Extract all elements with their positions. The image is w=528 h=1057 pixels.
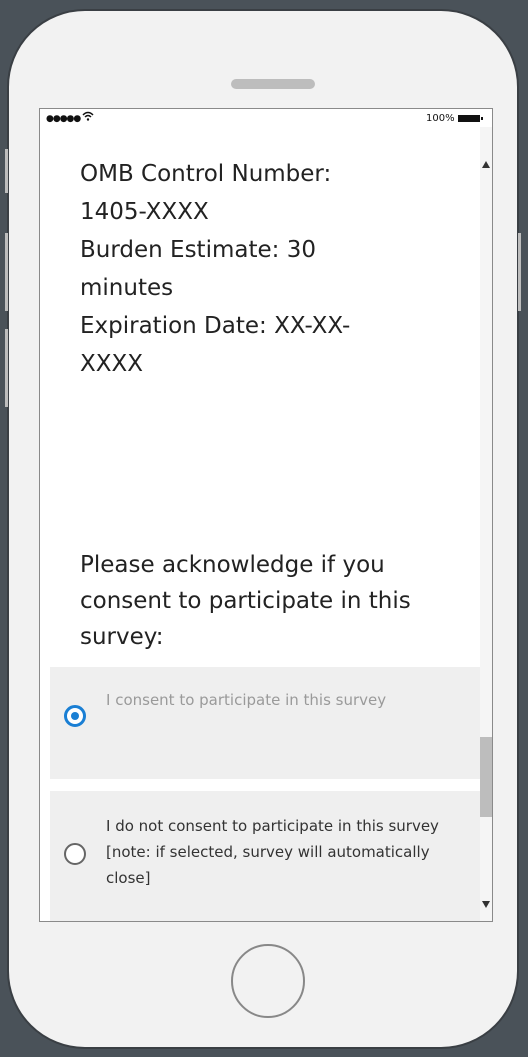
radio-unselected-icon[interactable] [64,843,86,865]
omb-line: Expiration Date: XX-XX- [80,313,351,339]
battery-percentage: 100% [426,113,455,124]
omb-line: 1405-XXXX [80,199,209,225]
consent-question: Please acknowledge if you consent to par… [80,552,411,650]
consent-option[interactable]: I consent to participate in this survey [50,667,480,779]
survey-content: OMB Control Number: 1405-XXXX Burden Est… [40,127,480,921]
scroll-up-arrow-icon[interactable] [482,161,490,168]
power-button [518,233,521,311]
radio-selected-icon[interactable] [64,705,86,727]
omb-info: OMB Control Number: 1405-XXXX Burden Est… [80,155,440,383]
scrollbar-thumb[interactable] [480,737,492,817]
signal-strength-icon: ●●●●● [46,114,81,124]
phone-frame: ●●●●● 100% OMB Control Number: 1405-XXXX… [5,9,521,1049]
volume-up-button [5,233,8,311]
wifi-icon [82,111,94,124]
battery-tip [481,117,483,120]
omb-line: Burden Estimate: 30 [80,237,316,263]
status-bar: ●●●●● 100% [40,109,492,127]
battery-icon [458,115,480,122]
scroll-down-arrow-icon[interactable] [482,901,490,908]
volume-down-button [5,329,8,407]
vertical-scrollbar[interactable] [480,127,492,921]
omb-line: minutes [80,275,174,301]
omb-line: OMB Control Number: [80,161,332,187]
home-button[interactable] [231,944,305,1018]
mute-switch [5,149,8,193]
consent-option-label: I consent to participate in this survey [106,691,387,709]
omb-line: XXXX [80,351,144,377]
phone-screen: ●●●●● 100% OMB Control Number: 1405-XXXX… [39,108,493,922]
decline-option[interactable]: I do not consent to participate in this … [50,791,480,921]
decline-option-label: I do not consent to participate in this … [106,817,439,887]
speaker-grille [231,79,315,89]
